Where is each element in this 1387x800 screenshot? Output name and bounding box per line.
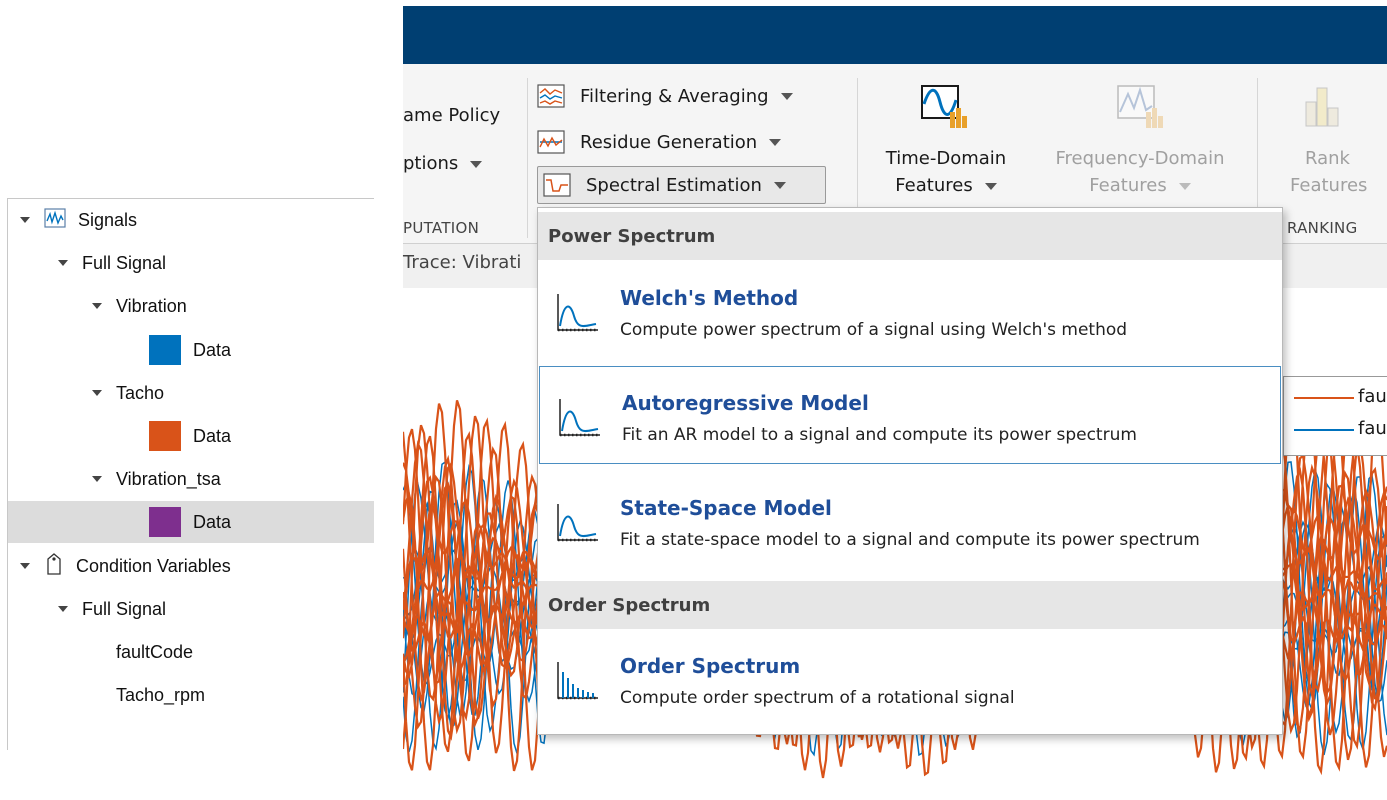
rank-features-icon <box>1305 84 1339 132</box>
tree-item-label: Condition Variables <box>76 555 231 576</box>
options-label: ptions <box>403 153 459 174</box>
menu-item-autoregressive[interactable]: Autoregressive Model Fit an AR model to … <box>539 366 1281 464</box>
menu-item-order-spectrum[interactable]: Order Spectrum Compute order spectrum of… <box>538 630 1282 728</box>
order-spectrum-icon <box>557 662 598 700</box>
tree-item-label: Signals <box>78 209 138 230</box>
spectrum-curve-icon <box>557 504 598 542</box>
tree-item-full-signal[interactable]: Full Signal <box>8 242 374 284</box>
spectral-estimation-menu: Power Spectrum Welch's Method Compute po… <box>537 207 1283 735</box>
tree-item-label: Full Signal <box>82 252 167 273</box>
spectral-icon <box>543 173 571 197</box>
chevron-down-icon <box>1178 182 1191 190</box>
residue-icon <box>537 130 565 154</box>
signal-icon <box>44 207 66 233</box>
frequency-domain-features-button[interactable]: Frequency-Domain Features <box>1040 148 1240 196</box>
tree-item-signals[interactable]: Signals <box>8 199 374 241</box>
rank-label-2: Features <box>1290 175 1368 196</box>
legend-line-blue <box>1294 429 1354 431</box>
trace-label: Trace: Vibrati <box>403 252 522 273</box>
menu-item-title: Autoregressive Model <box>622 391 869 415</box>
computation-section-label: PUTATION <box>403 219 480 237</box>
tree-item-tacho[interactable]: Tacho <box>8 372 374 414</box>
filtering-averaging-button[interactable]: Filtering & Averaging <box>537 77 793 115</box>
power-spectrum-header: Power Spectrum <box>538 212 1282 260</box>
tree-item-tacho-data[interactable]: Data <box>8 415 374 457</box>
rank-features-button[interactable]: Rank Features <box>1290 148 1387 196</box>
tree-item-label: faultCode <box>116 641 194 662</box>
tree-item-label: Data <box>193 511 232 532</box>
tree-item-full-signal-cv[interactable]: Full Signal <box>8 588 374 630</box>
legend-line-orange <box>1294 397 1354 399</box>
time-domain-features-button[interactable]: Time-Domain Features <box>875 148 1017 196</box>
tree-item-faultcode[interactable]: faultCode <box>8 631 374 673</box>
time-domain-label-2: Features <box>895 175 973 196</box>
frame-policy-button[interactable]: ame Policy <box>403 105 500 126</box>
tree-item-condition-variables[interactable]: Condition Variables <box>8 545 374 587</box>
options-button[interactable]: ptions <box>403 153 483 174</box>
residue-generation-button[interactable]: Residue Generation <box>537 123 782 161</box>
spectrum-curve-icon <box>557 294 598 332</box>
expand-caret-icon[interactable] <box>20 217 30 223</box>
tree-item-label: Vibration_tsa <box>116 468 221 489</box>
time-domain-label-2-row: Features <box>875 175 1017 196</box>
chevron-down-icon <box>470 160 483 168</box>
menu-item-title: Welch's Method <box>620 286 799 310</box>
tree-item-label: Vibration <box>116 295 187 316</box>
expand-caret-icon[interactable] <box>58 260 68 266</box>
residue-generation-label: Residue Generation <box>580 131 758 153</box>
color-swatch <box>149 507 181 537</box>
frequency-domain-features-icon <box>1116 82 1166 134</box>
color-swatch <box>149 335 181 365</box>
menu-item-description: Compute power spectrum of a signal using… <box>620 320 1128 340</box>
tree-item-tacho-rpm[interactable]: Tacho_rpm <box>8 674 374 716</box>
plot-legend: fau fau <box>1283 376 1387 456</box>
color-swatch <box>149 421 181 451</box>
frequency-domain-label-2-row: Features <box>1040 175 1240 196</box>
chevron-down-icon <box>769 138 782 146</box>
menu-item-welch[interactable]: Welch's Method Compute power spectrum of… <box>538 262 1282 360</box>
tree-item-vibration-tsa-data[interactable]: Data <box>8 501 374 543</box>
order-spectrum-header: Order Spectrum <box>538 581 1282 629</box>
spectral-estimation-label: Spectral Estimation <box>586 174 762 196</box>
menu-item-title: Order Spectrum <box>620 654 801 678</box>
tree-item-label: Tacho_rpm <box>116 684 206 705</box>
tree-item-label: Data <box>193 339 232 360</box>
filtering-averaging-label: Filtering & Averaging <box>580 85 769 107</box>
frequency-domain-label-2: Features <box>1089 175 1167 196</box>
spectrum-curve-icon <box>559 399 600 437</box>
section-separator <box>527 78 528 238</box>
menu-item-title: State-Space Model <box>620 496 832 520</box>
tree-item-label: Tacho <box>116 382 165 403</box>
app-title-bar <box>403 6 1387 64</box>
expand-caret-icon[interactable] <box>58 606 68 612</box>
chevron-down-icon <box>780 92 793 100</box>
menu-item-description: Fit a state-space model to a signal and … <box>620 530 1200 550</box>
tag-icon <box>44 552 64 580</box>
chevron-down-icon <box>773 181 786 189</box>
menu-item-description: Compute order spectrum of a rotational s… <box>620 688 1015 708</box>
frequency-domain-label-1: Frequency-Domain <box>1055 148 1225 169</box>
rank-label-1: Rank <box>1305 148 1350 169</box>
time-domain-label-1: Time-Domain <box>885 148 1007 169</box>
menu-item-state-space[interactable]: State-Space Model Fit a state-space mode… <box>538 472 1282 570</box>
chevron-down-icon <box>984 182 997 190</box>
filtering-icon <box>537 84 565 108</box>
expand-caret-icon[interactable] <box>92 303 102 309</box>
data-browser-tree: Signals Full Signal Vibration Data Tacho… <box>7 198 374 750</box>
menu-item-description: Fit an AR model to a signal and compute … <box>622 425 1137 445</box>
tree-item-label: Full Signal <box>82 598 167 619</box>
tree-item-vibration-tsa[interactable]: Vibration_tsa <box>8 458 374 500</box>
ranking-section-label: RANKING <box>1287 219 1358 237</box>
expand-caret-icon[interactable] <box>92 390 102 396</box>
time-domain-features-icon <box>920 82 970 134</box>
legend-entry-2: fau <box>1358 418 1387 439</box>
legend-entry-1: fau <box>1358 386 1387 407</box>
tree-item-vibration[interactable]: Vibration <box>8 285 374 327</box>
expand-caret-icon[interactable] <box>20 563 30 569</box>
expand-caret-icon[interactable] <box>92 476 102 482</box>
tree-item-vibration-data[interactable]: Data <box>8 329 374 371</box>
spectral-estimation-button[interactable]: Spectral Estimation <box>537 166 826 204</box>
tree-item-label: Data <box>193 425 232 446</box>
